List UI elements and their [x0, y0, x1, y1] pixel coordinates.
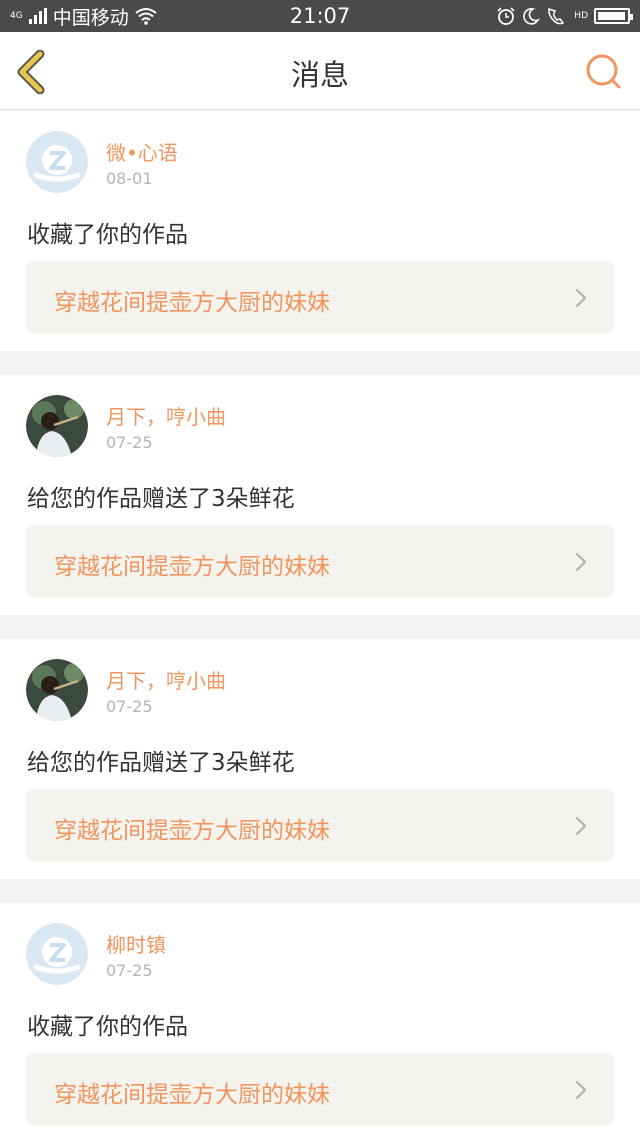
moon-icon [523, 8, 541, 25]
chevron-right-icon [575, 288, 587, 308]
wifi-icon [135, 8, 157, 25]
message-date: 07-25 [106, 433, 153, 452]
page-title: 消息 [290, 58, 349, 92]
battery-level [598, 12, 625, 20]
default-avatar-icon [26, 923, 88, 985]
status-left: 4G 中国移动 [10, 3, 157, 30]
username[interactable]: 月下，哼小曲 [106, 665, 226, 694]
message-card: 微•心语 08-01 收藏了你的作品 穿越花间提壶方大厨的妹妹 [0, 111, 640, 351]
status-bar: 4G 中国移动 21:07 HD [0, 0, 640, 32]
avatar[interactable] [26, 395, 88, 457]
work-title: 穿越花间提壶方大厨的妹妹 [54, 1082, 330, 1108]
search-icon [586, 54, 621, 89]
work-link[interactable]: 穿越花间提壶方大厨的妹妹 [26, 789, 614, 861]
alarm-icon [497, 7, 515, 25]
message-date: 07-25 [106, 961, 153, 980]
signal-icon [28, 8, 47, 24]
work-link[interactable]: 穿越花间提壶方大厨的妹妹 [26, 525, 614, 597]
message-action-text: 给您的作品赠送了3朵鲜花 [27, 486, 295, 512]
avatar[interactable] [26, 131, 88, 193]
user-photo-icon [26, 659, 88, 721]
chevron-right-icon [575, 1080, 587, 1100]
message-action-text: 给您的作品赠送了3朵鲜花 [27, 750, 295, 776]
work-link[interactable]: 穿越花间提壶方大厨的妹妹 [26, 1053, 614, 1125]
message-date: 07-25 [106, 697, 153, 716]
message-date: 08-01 [106, 169, 153, 188]
top-navigation-bar: 消息 [0, 32, 640, 110]
username[interactable]: 柳时镇 [106, 929, 166, 958]
avatar[interactable] [26, 923, 88, 985]
work-title: 穿越花间提壶方大厨的妹妹 [54, 554, 330, 580]
message-action-text: 收藏了你的作品 [27, 1014, 188, 1040]
username[interactable]: 微•心语 [106, 137, 178, 166]
phone-hd-icon [548, 8, 565, 25]
network-type: 4G [10, 10, 23, 21]
message-card: 柳时镇 07-25 收藏了你的作品 穿越花间提壶方大厨的妹妹 [0, 903, 640, 1138]
hd-label: HD [574, 10, 588, 21]
work-title: 穿越花间提壶方大厨的妹妹 [54, 818, 330, 844]
clock-time: 21:07 [289, 4, 351, 28]
message-card: 月下，哼小曲 07-25 给您的作品赠送了3朵鲜花 穿越花间提壶方大厨的妹妹 [0, 639, 640, 879]
carrier-name: 中国移动 [52, 6, 129, 29]
status-right: HD [496, 6, 633, 26]
message-list: 微•心语 08-01 收藏了你的作品 穿越花间提壶方大厨的妹妹 月下，哼小曲 0… [0, 111, 640, 1138]
username[interactable]: 月下，哼小曲 [106, 401, 226, 430]
user-photo-icon [26, 395, 88, 457]
search-button[interactable] [584, 52, 624, 92]
work-title: 穿越花间提壶方大厨的妹妹 [54, 290, 330, 316]
message-action-text: 收藏了你的作品 [27, 222, 188, 248]
avatar[interactable] [26, 659, 88, 721]
chevron-right-icon [575, 816, 587, 836]
message-card: 月下，哼小曲 07-25 给您的作品赠送了3朵鲜花 穿越花间提壶方大厨的妹妹 [0, 375, 640, 615]
default-avatar-icon [26, 131, 88, 193]
work-link[interactable]: 穿越花间提壶方大厨的妹妹 [26, 261, 614, 333]
battery-icon [594, 8, 633, 24]
chevron-right-icon [575, 552, 587, 572]
